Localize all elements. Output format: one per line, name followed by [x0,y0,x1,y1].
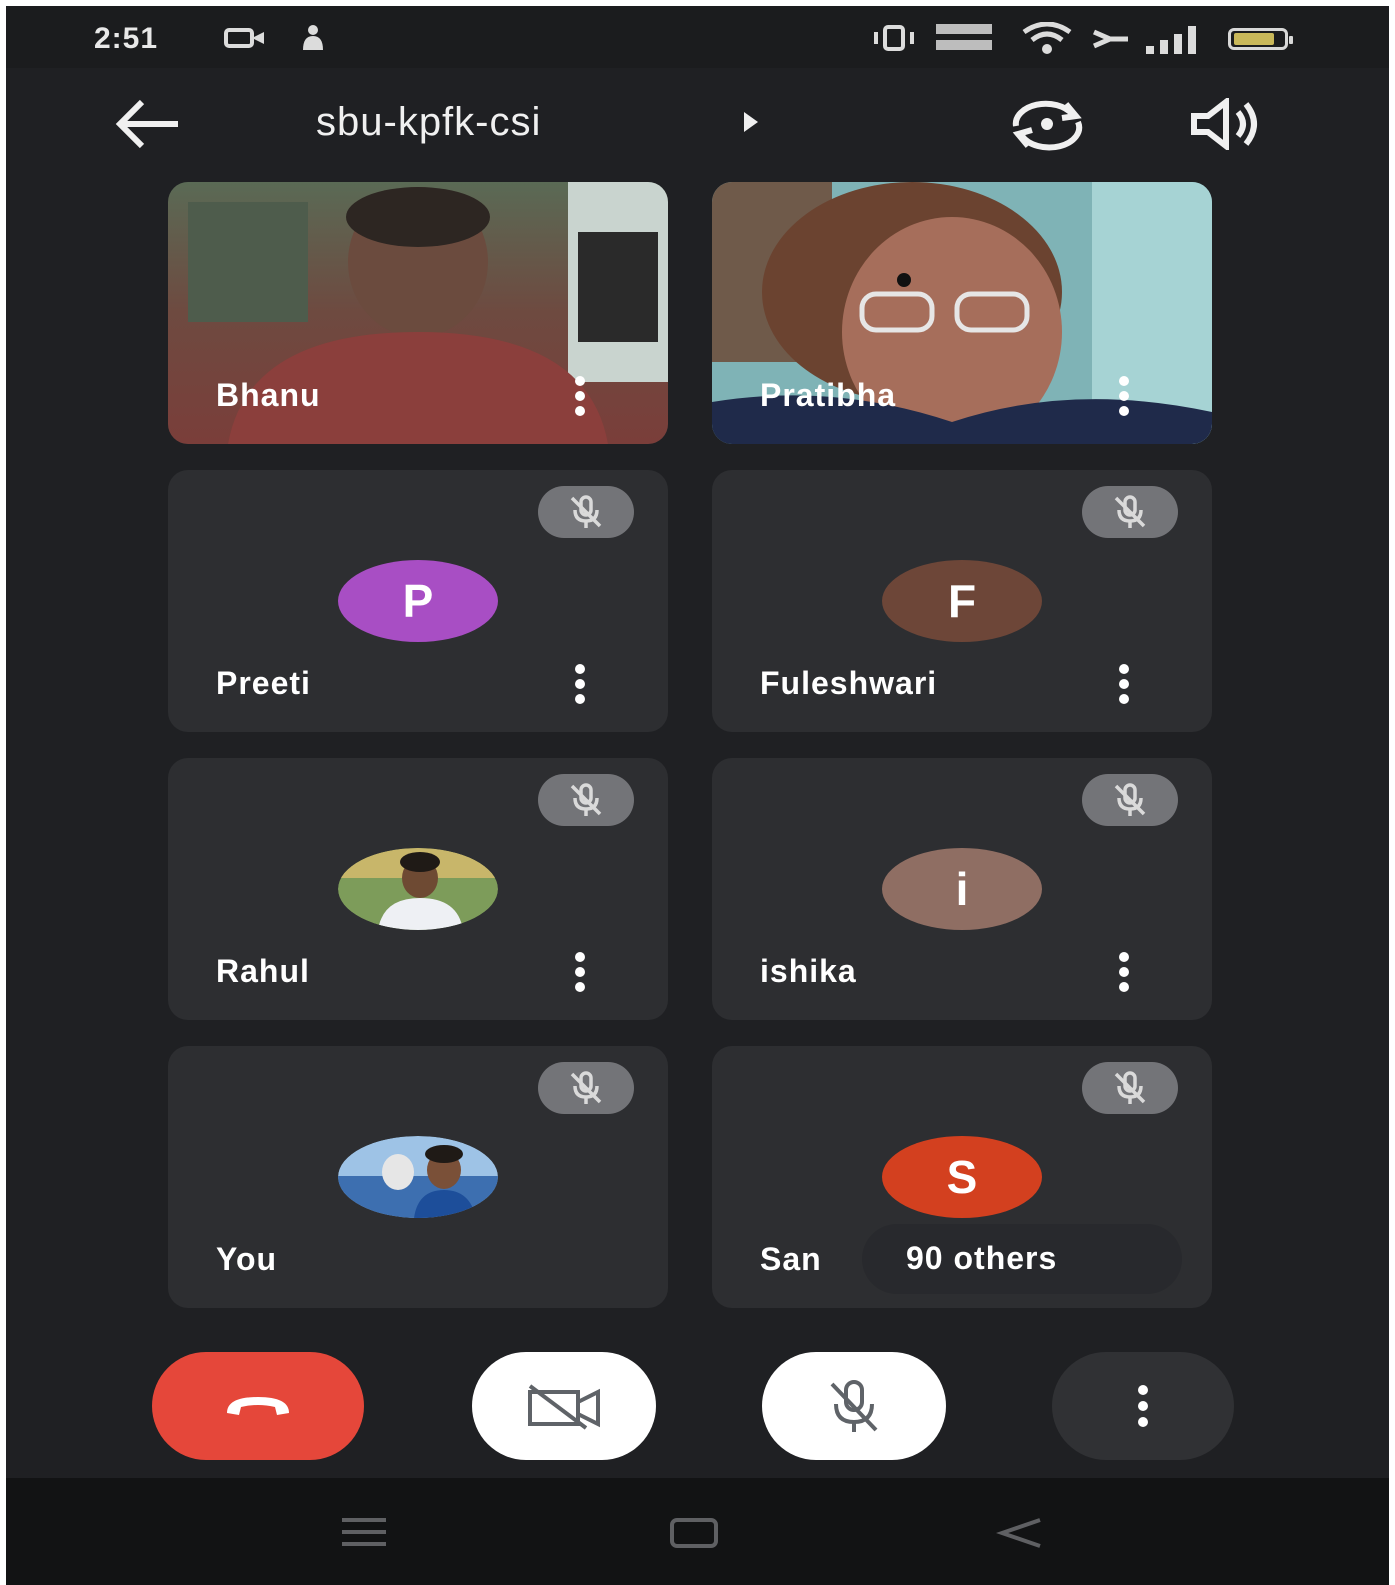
home-icon[interactable] [668,1516,720,1550]
mic-off-icon [1114,783,1146,816]
meet-call-screen: 2:51 sbu-kpfk-csi Bhanu Pratibha P Preet… [6,6,1389,1585]
participant-name: Fuleshwari [760,665,938,701]
end-call-button[interactable] [152,1352,364,1460]
caret-right-icon[interactable] [744,112,758,132]
end-call-icon [227,1397,289,1415]
more-vert-icon[interactable] [1116,664,1132,704]
others-count-chip[interactable]: 90 others [862,1224,1182,1294]
back-icon[interactable] [996,1516,1046,1550]
switch-camera-icon[interactable] [1006,96,1088,152]
participant-tile-bhanu[interactable]: Bhanu [168,182,668,444]
system-nav-bar [6,1478,1389,1585]
participant-name: You [216,1241,278,1277]
meeting-header: sbu-kpfk-csi [6,68,1389,178]
participant-avatar: S [882,1136,1042,1218]
vibrate-icon [874,25,914,51]
more-options-button[interactable] [1052,1352,1234,1460]
participant-name: Rahul [216,953,310,989]
cast-icon [224,28,264,48]
others-count-label: 90 others [906,1240,1058,1276]
signal-icon [1092,26,1196,54]
mic-muted-badge [538,486,634,538]
data-speed-icon [936,24,992,50]
participant-name: Preeti [216,665,311,701]
participant-tile-ishika[interactable]: i ishika [712,758,1212,1020]
mic-off-icon [1114,1071,1146,1104]
mic-muted-badge [1082,486,1178,538]
battery-icon [1228,28,1293,50]
camera-off-icon [528,1384,600,1430]
participant-name: Bhanu [216,377,321,413]
mic-off-icon [570,1071,602,1104]
back-arrow-icon[interactable] [110,96,182,152]
notification-icon [303,25,323,50]
recents-icon[interactable] [338,1516,390,1548]
mic-off-icon [830,1380,878,1432]
more-vert-icon[interactable] [1116,376,1132,416]
participant-name: San [760,1241,822,1277]
mic-toggle-button[interactable] [762,1352,946,1460]
speaker-icon[interactable] [1190,98,1266,150]
mic-off-icon [570,783,602,816]
wifi-icon [1022,22,1072,54]
participant-tile-fuleshwari[interactable]: F Fuleshwari [712,470,1212,732]
participant-name: Pratibha [760,377,897,413]
more-vert-icon[interactable] [572,376,588,416]
mic-muted-badge [1082,1062,1178,1114]
participant-photo-avatar [338,1136,498,1218]
participant-tile-pratibha[interactable]: Pratibha [712,182,1212,444]
more-vert-icon[interactable] [572,664,588,704]
participant-avatar: P [338,560,498,642]
participant-avatar: F [882,560,1042,642]
camera-toggle-button[interactable] [472,1352,656,1460]
status-bar: 2:51 [6,6,1389,68]
participant-tile-san[interactable]: S San 90 others [712,1046,1212,1308]
meeting-code-title[interactable]: sbu-kpfk-csi [316,100,541,145]
mic-off-icon [570,495,602,528]
more-options-icon [1138,1385,1148,1427]
mic-muted-badge [1082,774,1178,826]
more-vert-icon[interactable] [572,952,588,992]
mic-muted-badge [538,1062,634,1114]
mic-off-icon [1114,495,1146,528]
status-time: 2:51 [94,22,159,55]
participant-tile-rahul[interactable]: Rahul [168,758,668,1020]
participant-tile-preeti[interactable]: P Preeti [168,470,668,732]
participant-name: ishika [760,953,857,989]
battery-level-fill [1234,33,1274,45]
participant-photo-avatar [338,848,498,930]
more-vert-icon[interactable] [1116,952,1132,992]
participant-avatar: i [882,848,1042,930]
participant-tile-you[interactable]: You [168,1046,668,1308]
mic-muted-badge [538,774,634,826]
